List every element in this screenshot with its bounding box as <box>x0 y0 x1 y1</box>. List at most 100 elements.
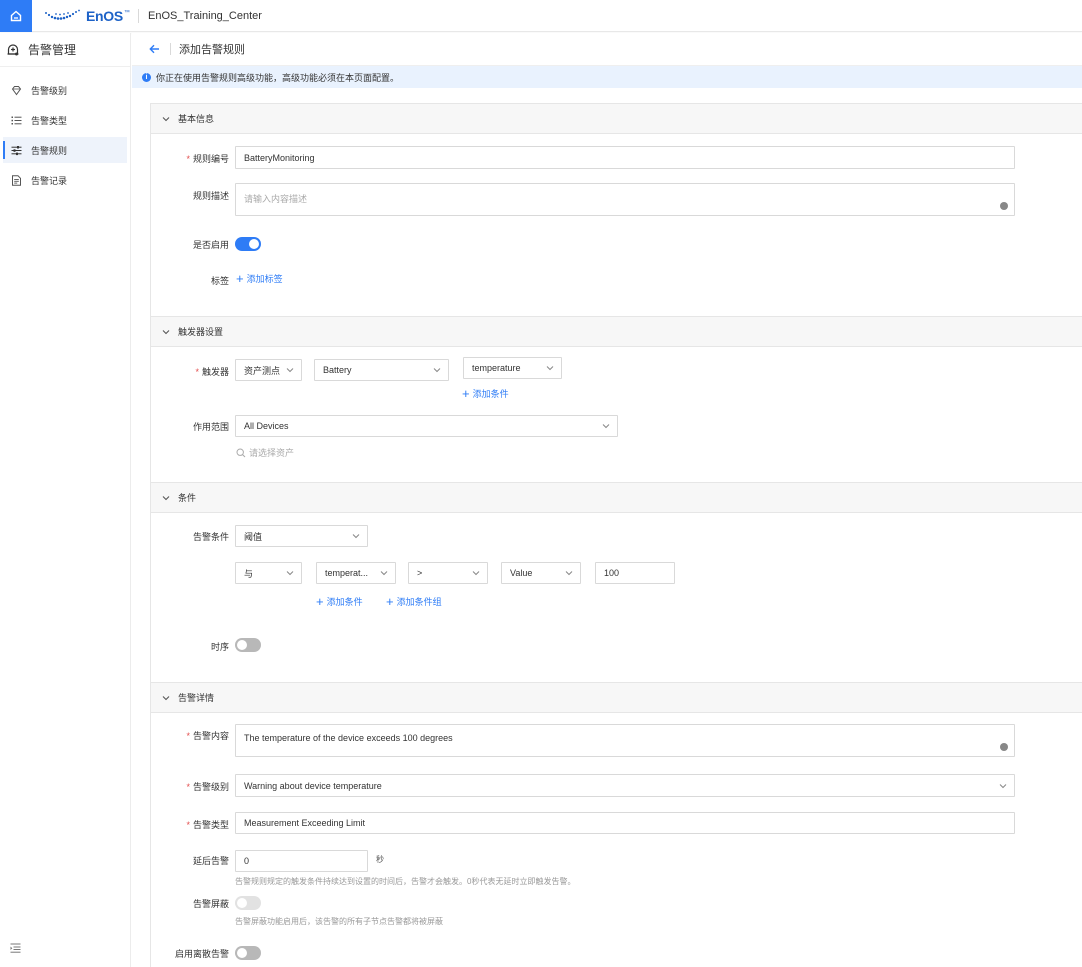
section-title: 条件 <box>178 493 197 503</box>
page-header: 添加告警规则 <box>132 33 1082 66</box>
label-text: 告警类型 <box>192 820 229 830</box>
toggle-knob <box>237 948 247 958</box>
toggle-knob <box>249 239 259 249</box>
section-alarm-detail[interactable]: 告警详情 <box>151 682 1082 713</box>
tags-label: 标签 <box>210 276 229 286</box>
select-value: Measurement Exceeding Limit <box>244 818 366 828</box>
sidebar-header: 告警管理 <box>0 33 130 67</box>
sidebar-item-alarm-record[interactable]: 告警记录 <box>3 167 127 193</box>
logic-select[interactable]: 与 <box>235 562 302 584</box>
label-text: 告警内容 <box>192 731 229 741</box>
input-value: The temperature of the device exceeds 10… <box>244 733 453 743</box>
section-trigger[interactable]: 触发器设置 <box>151 316 1082 347</box>
level-label: * 告警级别 <box>151 780 229 793</box>
required-mark: * <box>195 367 199 377</box>
delay-label: 延后告警 <box>192 856 229 866</box>
sidebar-collapse-button[interactable] <box>10 943 21 955</box>
required-mark: * <box>186 731 190 741</box>
sliders-icon <box>11 145 22 155</box>
input-value: 0 <box>244 856 250 866</box>
home-icon <box>10 10 22 22</box>
discrete-toggle[interactable] <box>235 946 261 960</box>
org-name[interactable]: EnOS_Training_Center <box>148 10 262 22</box>
timing-toggle[interactable] <box>235 638 261 652</box>
select-value: > <box>417 568 423 578</box>
trigger-label: * 触发器 <box>151 365 229 378</box>
link-text: 添加条件 <box>326 597 363 607</box>
description-textarea[interactable]: 请输入内容描述 <box>235 183 1015 216</box>
chevron-down-icon <box>380 571 388 576</box>
section-title: 触发器设置 <box>178 327 224 337</box>
alarm-level-select[interactable]: Warning about device temperature <box>235 774 1015 797</box>
input-value: 100 <box>604 568 620 578</box>
delay-help-text: 告警规则规定的触发条件持续达到设置的时间后，告警才会触发。0秒代表无延时立即触发… <box>235 877 576 886</box>
brand-trademark: ™ <box>123 10 130 16</box>
document-icon <box>12 174 21 186</box>
sidebar-item-label: 告警记录 <box>31 175 68 186</box>
section-basic-info[interactable]: 基本信息 <box>151 103 1082 134</box>
threshold-value-input[interactable]: 100 <box>595 562 675 584</box>
select-value: All Devices <box>244 421 289 431</box>
content-label: * 告警内容 <box>151 729 229 742</box>
sidebar-item-label: 告警规则 <box>31 145 68 156</box>
model-select[interactable]: Battery <box>314 359 449 381</box>
enabled-toggle[interactable] <box>235 237 261 251</box>
arrow-left-icon <box>149 44 159 54</box>
condition-type-select[interactable]: 阈值 <box>235 525 368 547</box>
chevron-down-icon <box>352 534 360 539</box>
measure-point-select[interactable]: temperature <box>463 357 562 379</box>
sidebar-title: 告警管理 <box>28 43 77 57</box>
sidebar-item-alarm-type[interactable]: 告警类型 <box>3 107 127 133</box>
delay-input[interactable]: 0 <box>235 850 368 872</box>
plus-icon: + <box>386 594 394 609</box>
sidebar: 告警管理 告警级别 告警类型 告警规则 告警记录 <box>0 33 131 967</box>
mask-toggle[interactable] <box>235 896 261 910</box>
search-icon <box>236 447 246 457</box>
discrete-label: 启用离散告警 <box>174 949 229 959</box>
chevron-down-icon <box>286 368 294 373</box>
search-placeholder: 请选择资产 <box>249 448 295 458</box>
required-mark: * <box>186 820 190 830</box>
value-type-select[interactable]: Value <box>501 562 581 584</box>
globe-icon[interactable] <box>1000 743 1008 751</box>
chevron-down-icon <box>162 695 170 701</box>
toggle-knob <box>237 640 247 650</box>
alarm-content-textarea[interactable]: The temperature of the device exceeds 10… <box>235 724 1015 757</box>
info-banner: i 你正在使用告警规则高级功能，高级功能必须在本页面配置。 <box>132 66 1082 88</box>
rule-id-label: * 规则编号 <box>151 152 229 165</box>
back-button[interactable] <box>149 44 160 54</box>
description-label: 规则描述 <box>192 191 229 201</box>
link-text: 添加标签 <box>246 274 283 284</box>
sidebar-item-alarm-level[interactable]: 告警级别 <box>3 77 127 103</box>
link-text: 添加条件 <box>472 389 509 399</box>
sidebar-item-alarm-rule[interactable]: 告警规则 <box>3 137 127 163</box>
label-text: 告警级别 <box>192 782 229 792</box>
operator-select[interactable]: > <box>408 562 488 584</box>
timing-label: 时序 <box>210 642 229 652</box>
section-condition[interactable]: 条件 <box>151 482 1082 513</box>
select-value: 与 <box>244 568 254 579</box>
field-select[interactable]: temperat... <box>316 562 396 584</box>
enos-logo[interactable]: EnOS ™ <box>44 7 130 25</box>
plus-icon: + <box>462 386 470 401</box>
info-text: 你正在使用告警规则高级功能，高级功能必须在本页面配置。 <box>156 72 400 83</box>
select-value: temperature <box>472 363 521 373</box>
add-condition-link[interactable]: + 添加条件 <box>316 595 363 608</box>
select-value: Battery <box>323 365 352 375</box>
add-trigger-condition-link[interactable]: + 添加条件 <box>462 387 509 400</box>
globe-icon[interactable] <box>1000 202 1008 210</box>
page-title: 添加告警规则 <box>179 44 245 56</box>
main-content: 添加告警规则 i 你正在使用告警规则高级功能，高级功能必须在本页面配置。 基本信… <box>132 33 1082 967</box>
topbar-divider <box>138 9 139 23</box>
asset-search[interactable]: 请选择资产 <box>236 446 294 459</box>
alarm-type-select[interactable]: Measurement Exceeding Limit <box>235 812 1015 834</box>
scope-select[interactable]: All Devices <box>235 415 618 437</box>
add-condition-group-link[interactable]: + 添加条件组 <box>386 595 442 608</box>
home-button[interactable] <box>0 0 32 32</box>
trigger-type-select[interactable]: 资产测点 <box>235 359 302 381</box>
mask-help-text: 告警屏蔽功能启用后，该告警的所有子节点告警都将被屏蔽 <box>235 917 443 926</box>
add-tag-link[interactable]: + 添加标签 <box>236 272 283 285</box>
rule-id-input[interactable]: BatteryMonitoring <box>235 146 1015 169</box>
chevron-down-icon <box>999 783 1007 788</box>
enabled-label: 是否启用 <box>192 240 229 250</box>
